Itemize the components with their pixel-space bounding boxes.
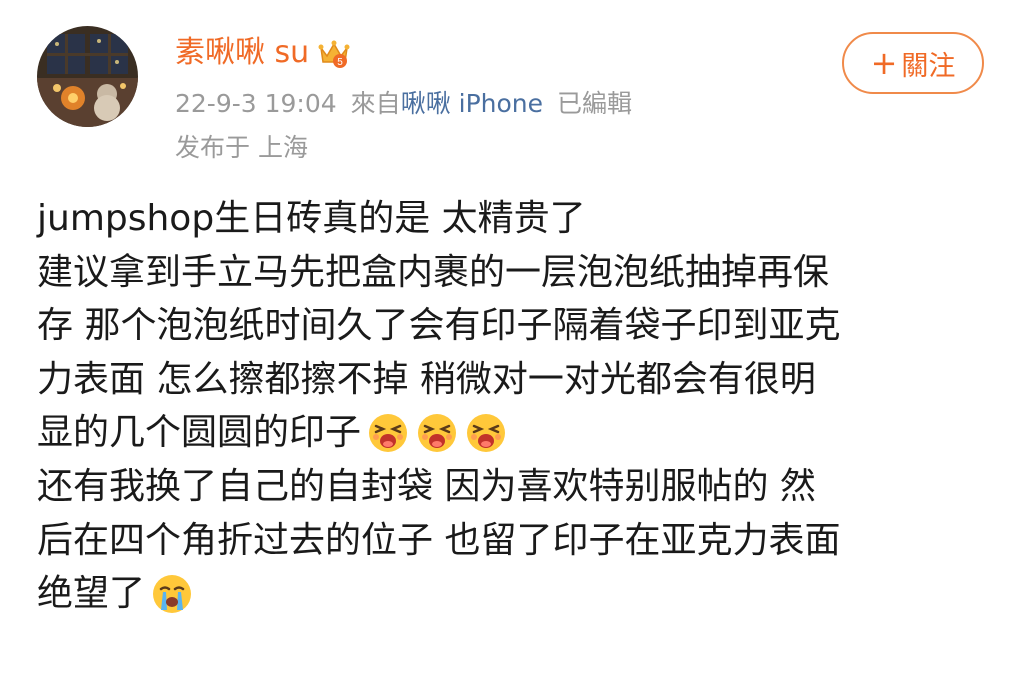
post-line: 绝望了 — [37, 567, 992, 621]
post-line: 力表面 怎么擦都擦不掉 稍微对一对光都会有很明 — [37, 353, 992, 407]
post-line: 后在四个角折过去的位子 也留了印子在亚克力表面 — [37, 514, 992, 568]
follow-button[interactable]: + 關注 — [842, 32, 984, 94]
username-row: 素啾啾 su 5 — [175, 30, 351, 76]
follow-label: 關注 — [901, 50, 956, 82]
post-text: 显的几个圆圆的印子 — [37, 412, 362, 454]
edited-label[interactable]: 已編輯 — [557, 89, 632, 118]
avatar-image — [37, 26, 138, 127]
post-text: 还有我换了自己的自封袋 因为喜欢特别服帖的 然 — [37, 465, 816, 507]
svg-text:5: 5 — [337, 57, 343, 68]
post-line: jumpshop生日砖真的是 太精贵了 — [37, 192, 992, 246]
crying-face-icon — [150, 572, 194, 616]
screaming-face-icon — [415, 411, 459, 455]
post-meta: 22-9-3 19:04 來自啾啾 iPhone 已編輯 — [175, 86, 632, 122]
post-line: 还有我换了自己的自封袋 因为喜欢特别服帖的 然 — [37, 460, 992, 514]
post-text: 绝望了 — [37, 573, 146, 615]
post-text: jumpshop生日砖真的是 太精贵了 — [37, 198, 586, 239]
source-prefix: 來自 — [350, 89, 401, 118]
username[interactable]: 素啾啾 su — [175, 38, 309, 68]
post-text: 存 那个泡泡纸时间久了会有印子隔着袋子印到亚克 — [37, 305, 841, 347]
post-text: 力表面 怎么擦都擦不掉 稍微对一对光都会有很明 — [37, 358, 816, 400]
post-date: 22-9-3 19:04 — [175, 89, 337, 118]
crown-badge-icon: 5 — [317, 36, 351, 70]
post-body: jumpshop生日砖真的是 太精贵了 建议拿到手立马先把盒内裹的一层泡泡纸抽掉… — [37, 192, 992, 621]
location-label: 发布于 上海 — [175, 133, 308, 162]
post-line: 显的几个圆圆的印子 — [37, 406, 992, 460]
screaming-face-icon — [464, 411, 508, 455]
screaming-face-icon — [366, 411, 410, 455]
post-text: 后在四个角折过去的位子 也留了印子在亚克力表面 — [37, 519, 841, 561]
avatar[interactable] — [37, 26, 138, 127]
source-link[interactable]: 啾啾 iPhone — [401, 89, 543, 118]
post-text: 建议拿到手立马先把盒内裹的一层泡泡纸抽掉再保 — [37, 251, 830, 293]
post-line: 建议拿到手立马先把盒内裹的一层泡泡纸抽掉再保 — [37, 246, 992, 300]
plus-icon: + — [870, 44, 898, 82]
post-line: 存 那个泡泡纸时间久了会有印子隔着袋子印到亚克 — [37, 299, 992, 353]
